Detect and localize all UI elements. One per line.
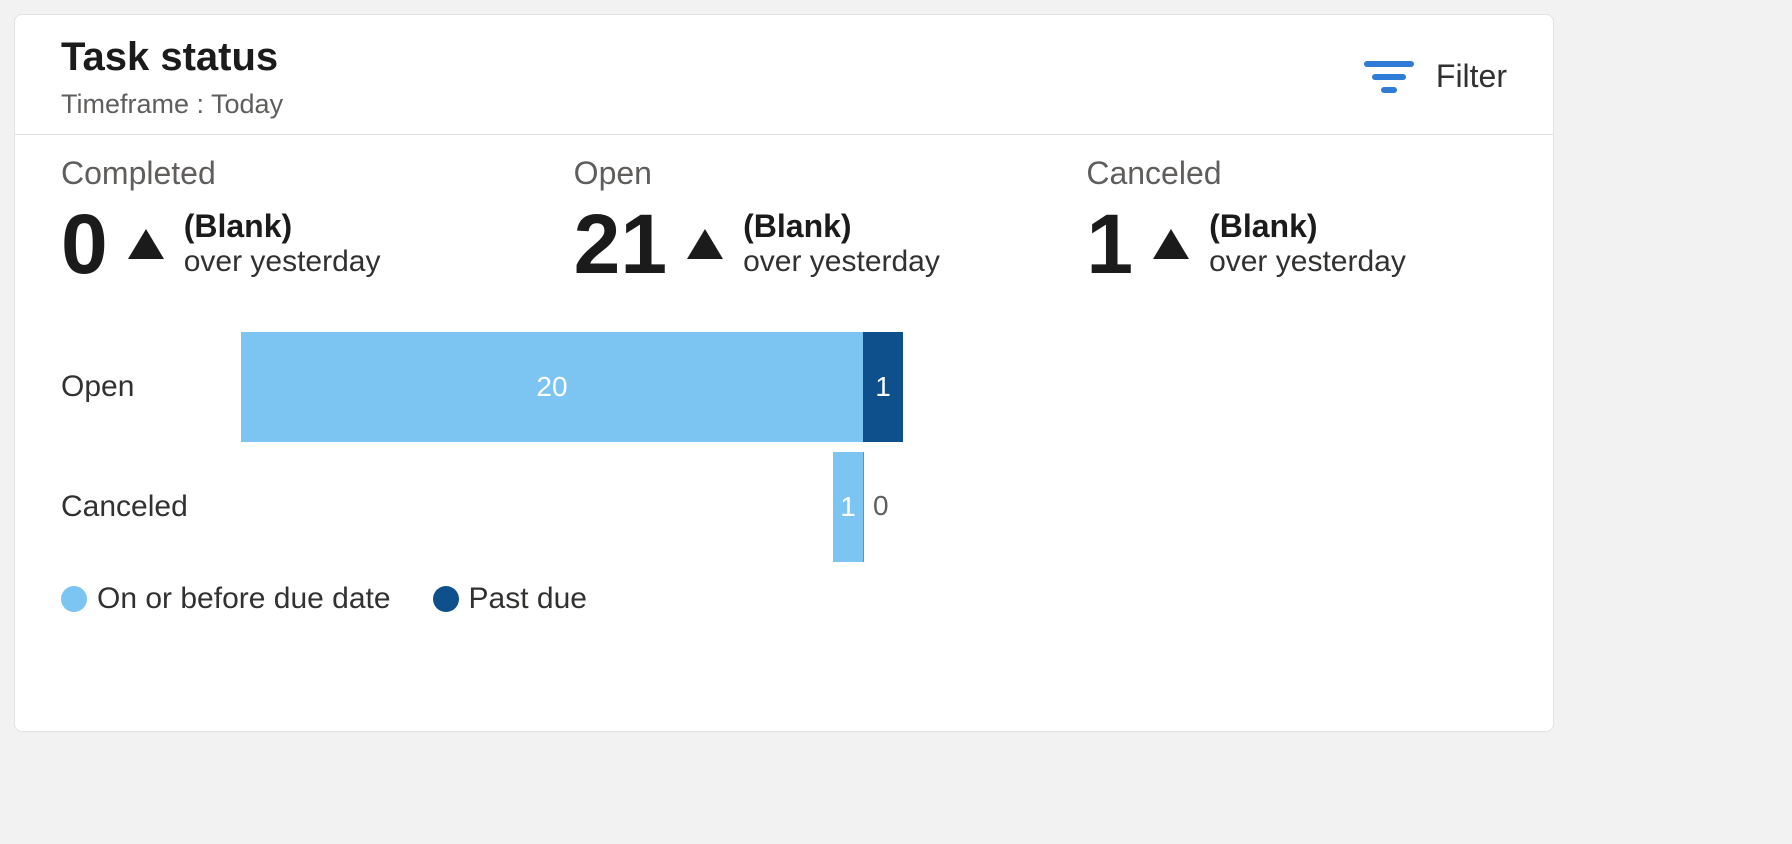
legend-label: Past due bbox=[469, 582, 587, 616]
kpi-delta: (Blank) over yesterday bbox=[1209, 208, 1406, 279]
trend-up-icon bbox=[687, 229, 723, 259]
kpi-open: Open 21 (Blank) over yesterday bbox=[528, 155, 1041, 286]
chart-category-label: Canceled bbox=[61, 490, 241, 524]
card-title: Task status bbox=[61, 33, 283, 81]
card-header-text: Task status Timeframe : Today bbox=[61, 33, 283, 120]
kpi-delta: (Blank) over yesterday bbox=[184, 208, 381, 279]
kpi-row: Completed 0 (Blank) over yesterday Open … bbox=[15, 135, 1553, 286]
kpi-delta: (Blank) over yesterday bbox=[743, 208, 940, 279]
bar-value: 1 bbox=[840, 491, 856, 523]
chart-row-open: Open 20 1 bbox=[61, 332, 1507, 442]
filter-icon bbox=[1364, 59, 1414, 95]
kpi-delta-sub: over yesterday bbox=[743, 245, 940, 280]
legend-swatch-icon bbox=[61, 586, 87, 612]
kpi-body: 0 (Blank) over yesterday bbox=[61, 202, 482, 286]
kpi-completed: Completed 0 (Blank) over yesterday bbox=[15, 155, 528, 286]
bar-past-due[interactable]: 1 bbox=[863, 332, 903, 442]
bar-on-or-before[interactable]: 20 bbox=[241, 332, 863, 442]
bar-past-due-value: 0 bbox=[873, 490, 889, 522]
chart-category-label: Open bbox=[61, 370, 241, 404]
kpi-value: 0 bbox=[61, 202, 108, 286]
kpi-label: Open bbox=[574, 155, 995, 192]
chart-row-bars: 20 1 bbox=[241, 332, 1507, 442]
bar-on-or-before[interactable]: 1 bbox=[833, 452, 863, 562]
chart-legend: On or before due date Past due bbox=[15, 562, 1553, 616]
card-header: Task status Timeframe : Today Filter bbox=[15, 15, 1553, 135]
chart-row-bars: 1 0 bbox=[241, 452, 1507, 562]
kpi-delta-sub: over yesterday bbox=[1209, 245, 1406, 280]
kpi-delta-value: (Blank) bbox=[743, 208, 940, 245]
filter-button[interactable]: Filter bbox=[1364, 58, 1507, 95]
kpi-label: Completed bbox=[61, 155, 482, 192]
kpi-delta-value: (Blank) bbox=[1209, 208, 1406, 245]
trend-up-icon bbox=[1153, 229, 1189, 259]
bar-value: 1 bbox=[875, 371, 891, 403]
kpi-value: 1 bbox=[1086, 202, 1133, 286]
kpi-value: 21 bbox=[574, 202, 667, 286]
trend-up-icon bbox=[128, 229, 164, 259]
filter-label: Filter bbox=[1436, 58, 1507, 95]
kpi-body: 1 (Blank) over yesterday bbox=[1086, 202, 1507, 286]
legend-past-due[interactable]: Past due bbox=[433, 582, 587, 616]
kpi-canceled: Canceled 1 (Blank) over yesterday bbox=[1040, 155, 1553, 286]
legend-label: On or before due date bbox=[97, 582, 391, 616]
kpi-label: Canceled bbox=[1086, 155, 1507, 192]
kpi-delta-value: (Blank) bbox=[184, 208, 381, 245]
chart-row-canceled: Canceled 1 0 bbox=[61, 452, 1507, 562]
task-status-card: Task status Timeframe : Today Filter Com… bbox=[14, 14, 1554, 732]
kpi-delta-sub: over yesterday bbox=[184, 245, 381, 280]
kpi-body: 21 (Blank) over yesterday bbox=[574, 202, 995, 286]
bar-value: 20 bbox=[536, 371, 567, 403]
legend-on-or-before[interactable]: On or before due date bbox=[61, 582, 391, 616]
legend-swatch-icon bbox=[433, 586, 459, 612]
card-subtitle: Timeframe : Today bbox=[61, 89, 283, 120]
stacked-bar-chart: Open 20 1 Canceled 1 0 bbox=[15, 286, 1553, 562]
axis-zero-line bbox=[863, 452, 864, 562]
